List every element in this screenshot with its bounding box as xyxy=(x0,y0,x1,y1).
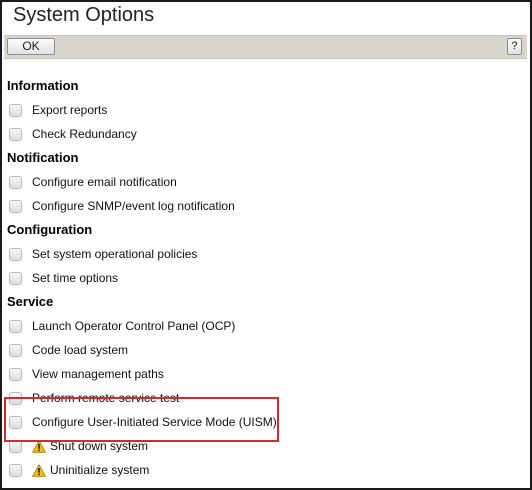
warning-icon xyxy=(32,439,46,453)
code-load-system-checkbox[interactable] xyxy=(9,343,22,357)
launch-ocp-checkbox[interactable] xyxy=(9,319,22,333)
option-uninitialize-system[interactable]: Uninitialize system xyxy=(6,458,526,482)
warning-icon xyxy=(32,463,46,477)
export-reports-checkbox[interactable] xyxy=(9,103,22,117)
option-label: Export reports xyxy=(32,103,108,117)
section-header-configuration: Configuration xyxy=(7,222,93,237)
option-perform-remote-service-test[interactable]: Perform remote service test xyxy=(6,386,526,410)
option-label: Set time options xyxy=(32,271,119,285)
option-configure-uism[interactable]: Configure User-Initiated Service Mode (U… xyxy=(6,410,526,434)
option-code-load-system[interactable]: Code load system xyxy=(6,338,526,362)
option-set-time-options[interactable]: Set time options xyxy=(6,266,526,290)
section-header-service: Service xyxy=(7,294,54,309)
option-label: Perform remote service test xyxy=(32,391,180,405)
view-management-paths-checkbox[interactable] xyxy=(9,367,22,381)
set-time-options-checkbox[interactable] xyxy=(9,271,22,285)
option-label: Code load system xyxy=(32,343,129,357)
help-button[interactable]: ? xyxy=(507,38,522,55)
option-label: Configure User-Initiated Service Mode (U… xyxy=(32,415,277,429)
section-header-notification: Notification xyxy=(7,150,79,165)
option-label: View management paths xyxy=(32,367,164,381)
window-title: System Options xyxy=(13,4,155,26)
option-shut-down-system[interactable]: Shut down system xyxy=(6,434,526,458)
shut-down-system-checkbox[interactable] xyxy=(9,439,22,453)
check-redundancy-checkbox[interactable] xyxy=(9,127,22,141)
perform-remote-service-test-checkbox[interactable] xyxy=(9,391,22,405)
option-launch-ocp[interactable]: Launch Operator Control Panel (OCP) xyxy=(6,314,526,338)
option-export-reports[interactable]: Export reports xyxy=(6,98,526,122)
configure-email-notification-checkbox[interactable] xyxy=(9,175,22,189)
section-header-information: Information xyxy=(7,78,79,93)
option-configure-email-notification[interactable]: Configure email notification xyxy=(6,170,526,194)
option-check-redundancy[interactable]: Check Redundancy xyxy=(6,122,526,146)
configure-uism-checkbox[interactable] xyxy=(9,415,22,429)
configure-snmp-notification-checkbox[interactable] xyxy=(9,199,22,213)
option-view-management-paths[interactable]: View management paths xyxy=(6,362,526,386)
set-operational-policies-checkbox[interactable] xyxy=(9,247,22,261)
ok-button[interactable]: OK xyxy=(7,38,55,55)
uninitialize-system-checkbox[interactable] xyxy=(9,463,22,477)
option-configure-snmp-notification[interactable]: Configure SNMP/event log notification xyxy=(6,194,526,218)
system-options-window: System Options OK ? Information Export r… xyxy=(0,0,532,490)
option-label: Uninitialize system xyxy=(50,463,150,477)
option-label: Configure SNMP/event log notification xyxy=(32,199,235,213)
toolbar: OK ? xyxy=(4,35,527,59)
option-label: Configure email notification xyxy=(32,175,177,189)
option-label: Shut down system xyxy=(50,439,149,453)
option-label: Check Redundancy xyxy=(32,127,137,141)
option-label: Launch Operator Control Panel (OCP) xyxy=(32,319,236,333)
option-label: Set system operational policies xyxy=(32,247,198,261)
option-set-operational-policies[interactable]: Set system operational policies xyxy=(6,242,526,266)
options-list: Information Export reports Check Redunda… xyxy=(6,74,526,482)
